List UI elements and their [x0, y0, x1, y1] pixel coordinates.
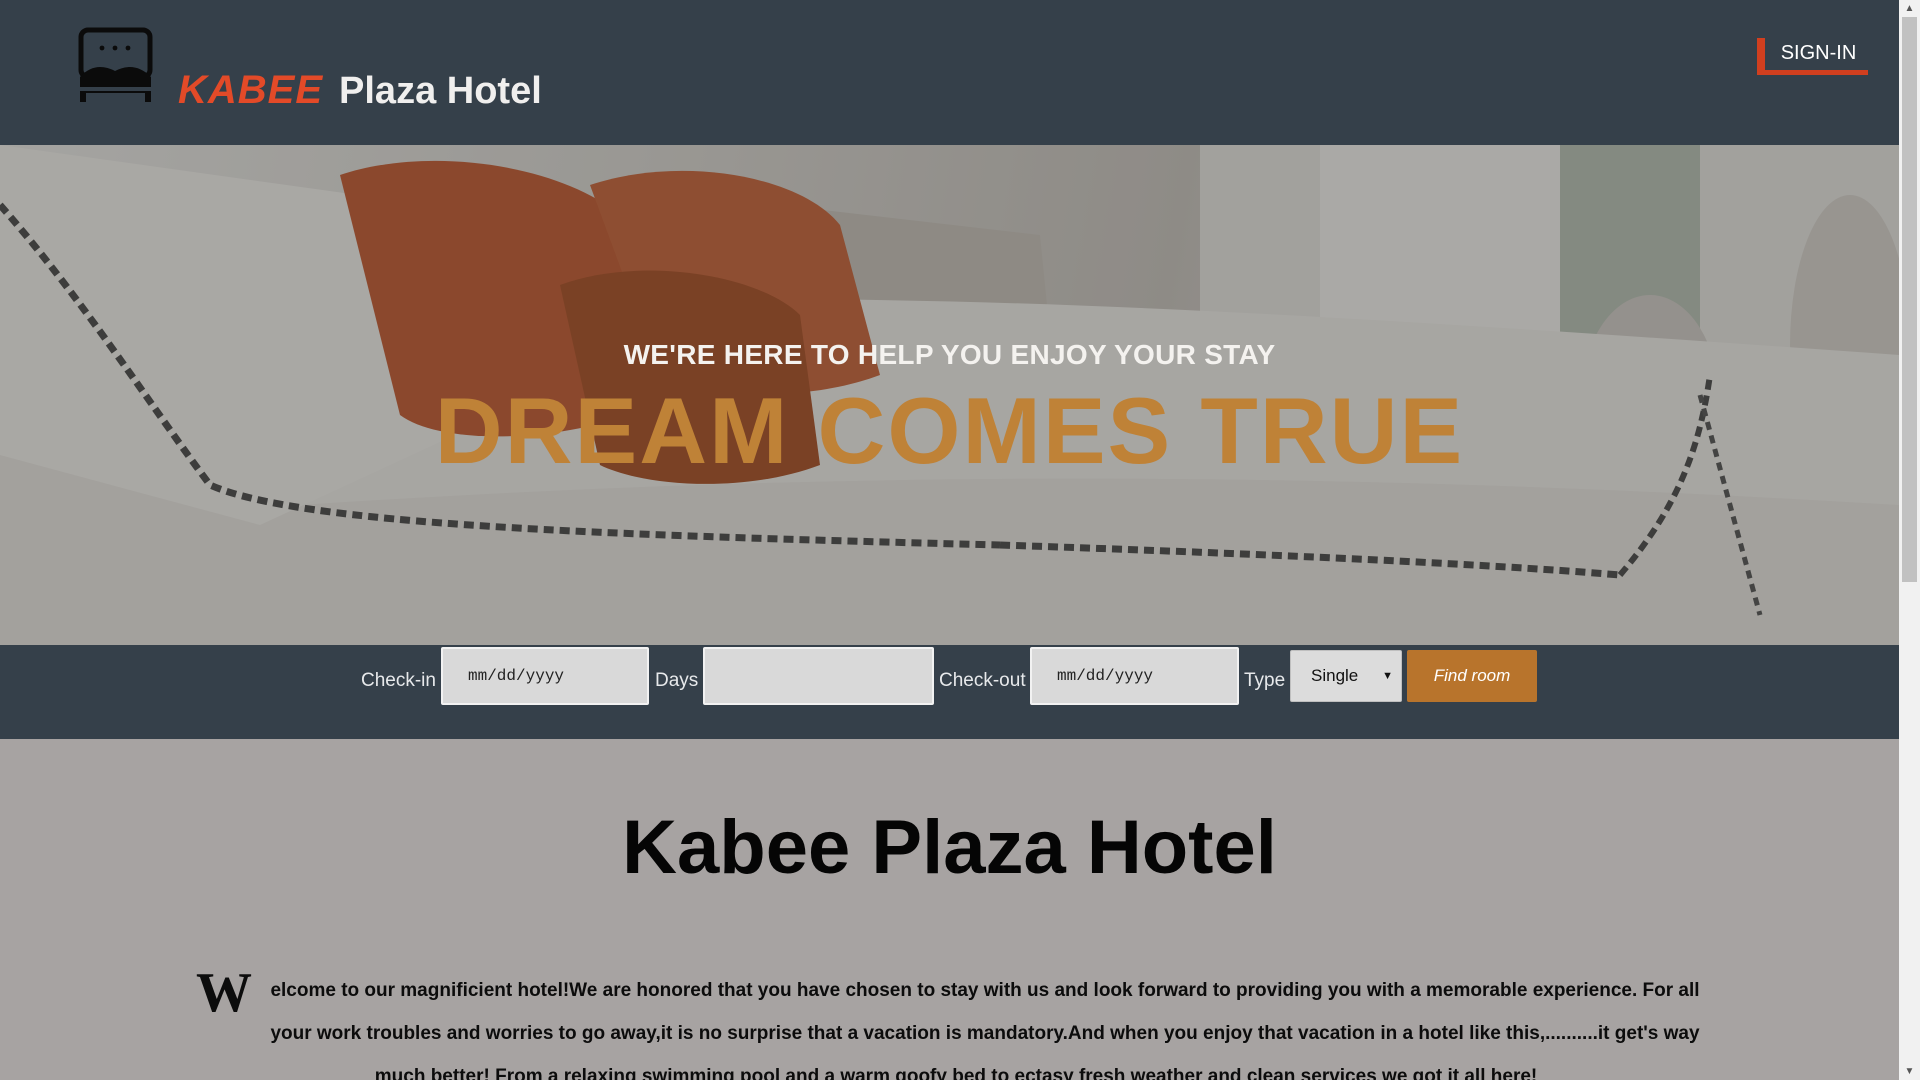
welcome-paragraph: Welcome to our magnificient hotel!We are…: [196, 962, 1716, 1080]
brand[interactable]: KABEE Plaza Hotel: [178, 68, 542, 113]
checkin-label: Check-in: [361, 670, 436, 691]
scroll-up-arrow-icon[interactable]: ▲: [1899, 0, 1920, 17]
page: KABEE Plaza Hotel SIGN-IN WE'RE HERE TO …: [0, 0, 1899, 1080]
room-type-value: Single: [1311, 666, 1359, 685]
bed-icon[interactable]: [77, 27, 154, 103]
brand-name: Plaza Hotel: [339, 70, 542, 112]
hero-banner: WE'RE HERE TO HELP YOU ENJOY YOUR STAY D…: [0, 145, 1899, 645]
room-type-select[interactable]: Single ▼: [1290, 650, 1402, 702]
days-label: Days: [655, 670, 699, 691]
checkin-date-input[interactable]: mm/dd/yyyy: [441, 647, 649, 705]
checkout-date-input[interactable]: mm/dd/yyyy: [1030, 647, 1239, 705]
brand-accent: KABEE: [178, 68, 324, 112]
about-section: Kabee Plaza Hotel Welcome to our magnifi…: [0, 739, 1899, 1080]
type-label: Type: [1244, 670, 1286, 691]
signin-button[interactable]: SIGN-IN: [1757, 38, 1868, 75]
find-room-button[interactable]: Find room: [1407, 650, 1537, 702]
vertical-scrollbar[interactable]: ▲ ▼: [1899, 0, 1920, 1080]
hero-title: DREAM COMES TRUE: [434, 378, 1465, 483]
booking-bar: Check-in mm/dd/yyyy Days Check-out mm/dd…: [0, 645, 1899, 739]
dropcap-letter: W: [196, 962, 252, 1024]
scrollbar-thumb[interactable]: [1902, 17, 1917, 582]
hero-subtitle: WE'RE HERE TO HELP YOU ENJOY YOUR STAY: [623, 339, 1276, 370]
days-input[interactable]: [703, 647, 934, 705]
checkout-label: Check-out: [939, 670, 1026, 691]
site-header: KABEE Plaza Hotel SIGN-IN: [0, 0, 1899, 145]
section-title: Kabee Plaza Hotel: [622, 805, 1277, 890]
scroll-down-arrow-icon[interactable]: ▼: [1899, 1063, 1920, 1080]
chevron-down-icon: ▼: [1382, 670, 1393, 682]
welcome-text: elcome to our magnificient hotel!We are …: [270, 980, 1700, 1080]
